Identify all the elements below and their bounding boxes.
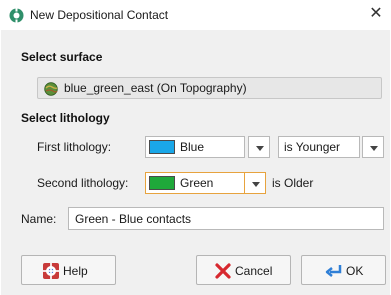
chevron-down-icon — [370, 146, 378, 151]
close-icon[interactable]: ✕ — [367, 4, 385, 24]
first-lithology-dropdown-button[interactable] — [248, 136, 270, 158]
help-lifebuoy-icon — [43, 263, 59, 279]
chevron-down-icon — [256, 146, 264, 151]
relation-combo[interactable]: is Younger — [278, 136, 360, 158]
help-button[interactable]: Help — [21, 255, 116, 285]
cancel-button[interactable]: Cancel — [196, 255, 291, 285]
second-lithology-label: Second lithology: — [37, 176, 129, 190]
older-text: is Older — [272, 176, 314, 190]
select-lithology-heading-text: Select lithology — [21, 111, 110, 125]
app-icon — [9, 8, 24, 23]
name-input[interactable] — [68, 207, 384, 230]
select-lithology-heading: Select lithology — [21, 111, 110, 125]
relation-value: is Younger — [284, 140, 341, 154]
globe-surface-icon — [44, 82, 58, 96]
second-lithology-combo[interactable]: Green — [145, 172, 245, 194]
name-label: Name: — [21, 212, 57, 226]
surface-selector[interactable]: blue_green_east (On Topography) — [37, 77, 382, 99]
surface-value: blue_green_east (On Topography) — [64, 81, 247, 95]
title-bar: New Depositional Contact ✕ — [0, 0, 391, 30]
second-lithology-swatch — [149, 176, 175, 190]
ok-button[interactable]: OK — [301, 255, 386, 285]
help-button-label: Help — [63, 264, 88, 278]
window-title: New Depositional Contact — [30, 8, 169, 22]
ok-button-label: OK — [346, 264, 364, 278]
ok-arrow-icon — [325, 265, 342, 277]
select-surface-heading: Select surface — [21, 50, 102, 64]
relation-dropdown-button[interactable] — [362, 136, 384, 158]
first-lithology-combo[interactable]: Blue — [145, 136, 245, 158]
red-x-icon — [215, 263, 231, 279]
second-lithology-dropdown-button[interactable] — [244, 172, 266, 194]
first-lithology-swatch — [149, 140, 175, 154]
second-lithology-value: Green — [180, 176, 214, 190]
first-lithology-value: Blue — [180, 140, 205, 154]
first-lithology-label: First lithology: — [37, 140, 112, 154]
chevron-down-icon — [252, 182, 260, 187]
select-surface-heading-text: Select surface — [21, 50, 103, 64]
cancel-button-label: Cancel — [235, 264, 273, 278]
